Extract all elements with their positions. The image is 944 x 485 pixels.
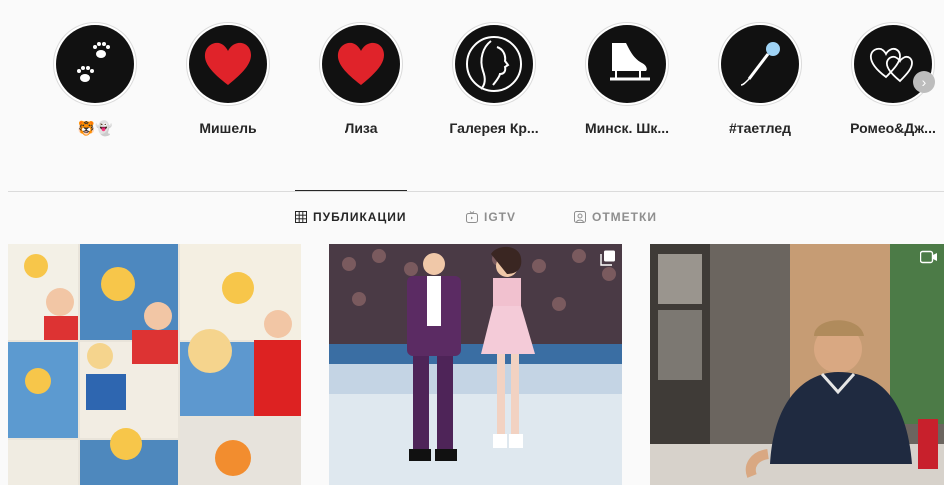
skate-icon [588, 25, 666, 103]
highlight-label: Минск. Шк... [584, 120, 670, 136]
chevron-right-icon: › [921, 74, 927, 90]
highlight-taetled[interactable]: #таетлед [717, 22, 803, 137]
heart-icon [322, 25, 400, 103]
tab-posts-label: ПУБЛИКАЦИИ [313, 210, 407, 224]
post-tile[interactable] [650, 244, 944, 485]
highlight-ring [851, 22, 935, 106]
paw-icon [56, 25, 134, 103]
highlight-michel[interactable]: Мишель [185, 22, 271, 137]
highlight-ring [452, 22, 536, 106]
profile-page: 🐯👻 Мишель Лиза Галерея Кр... Минск. Шк..… [0, 0, 944, 485]
highlight-ring [585, 22, 669, 106]
highlights-next-button[interactable]: › [913, 71, 935, 93]
highlight-label: Галерея Кр... [449, 120, 539, 136]
tab-tagged[interactable]: ОТМЕТКИ [574, 210, 657, 224]
video-icon [919, 250, 938, 269]
tab-igtv[interactable]: IGTV [466, 210, 516, 224]
highlight-label: Ромео&Дж... [850, 120, 936, 136]
post-tile[interactable] [8, 244, 301, 485]
tagged-icon [574, 211, 586, 223]
microphone-icon [721, 25, 799, 103]
highlight-ring [53, 22, 137, 106]
highlight-ring [319, 22, 403, 106]
highlight-label: Лиза [344, 120, 378, 136]
grid-icon [295, 211, 307, 223]
tab-posts[interactable]: ПУБЛИКАЦИИ [295, 210, 406, 224]
highlight-gallery[interactable]: Галерея Кр... [449, 22, 539, 137]
tab-igtv-label: IGTV [484, 210, 517, 224]
heart-icon [189, 25, 267, 103]
post-image-collage [8, 244, 301, 485]
post-image-signing [650, 244, 944, 485]
igtv-icon [466, 211, 478, 223]
story-highlights: 🐯👻 Мишель Лиза Галерея Кр... Минск. Шк..… [52, 22, 936, 137]
post-tile[interactable] [329, 244, 622, 485]
highlight-liza[interactable]: Лиза [318, 22, 404, 137]
highlight-ring [718, 22, 802, 106]
active-tab-indicator [295, 190, 407, 191]
highlight-paws[interactable]: 🐯👻 [52, 22, 138, 137]
profile-tabs: ПУБЛИКАЦИИ IGTV ОТМЕТКИ [0, 210, 944, 230]
highlight-label: 🐯👻 [77, 120, 113, 136]
face-profile-icon [455, 25, 533, 103]
highlight-label: #таетлед [728, 120, 792, 136]
post-image-ice-show [329, 244, 622, 485]
highlight-ring [186, 22, 270, 106]
highlight-label: Мишель [199, 120, 257, 136]
tabs-divider [8, 191, 944, 192]
highlight-minsk[interactable]: Минск. Шк... [584, 22, 670, 137]
tab-tagged-label: ОТМЕТКИ [592, 210, 657, 224]
carousel-icon [600, 250, 616, 271]
